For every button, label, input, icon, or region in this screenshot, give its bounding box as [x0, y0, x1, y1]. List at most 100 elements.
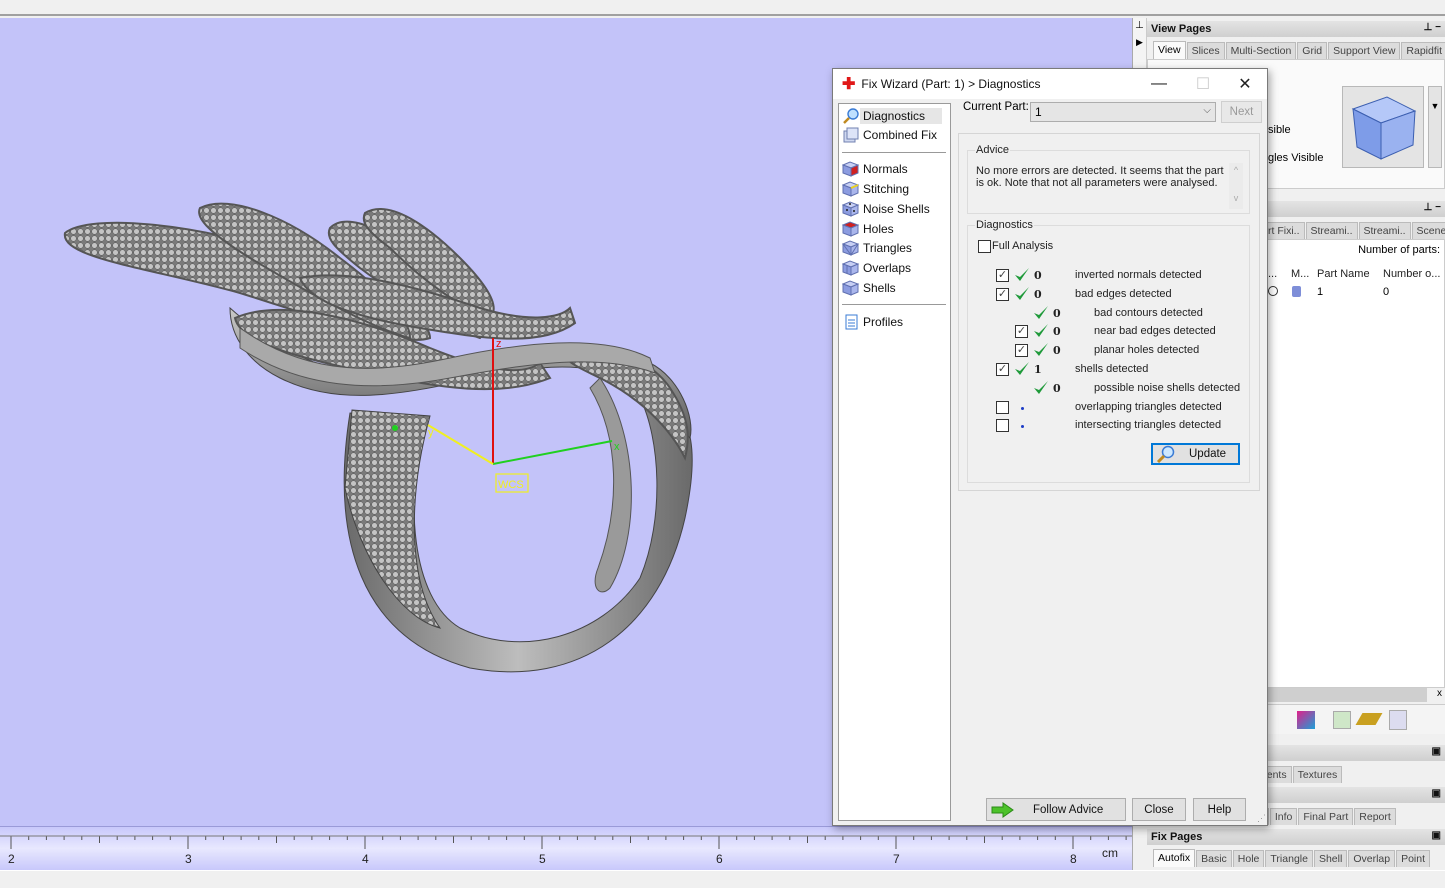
- restore-icon[interactable]: ▣: [1432, 746, 1441, 757]
- add-part-icon[interactable]: [1333, 711, 1351, 729]
- ruler-label: 2: [8, 852, 15, 866]
- pin-minimize-icon[interactable]: ⊥ −: [1424, 202, 1441, 213]
- next-button[interactable]: Next: [1221, 101, 1262, 123]
- resize-grip[interactable]: ⋰: [1257, 813, 1266, 824]
- tab-report[interactable]: Report: [1354, 808, 1396, 825]
- radio-icon[interactable]: [1268, 286, 1278, 296]
- nav-item-profiles[interactable]: Profiles: [842, 312, 946, 331]
- restore-icon[interactable]: ▣: [1432, 788, 1441, 799]
- nav-item-label: Holes: [863, 221, 894, 236]
- diagnostic-label: planar holes detected: [1094, 344, 1200, 357]
- nav-separator: [842, 304, 946, 306]
- nav-item-overlaps[interactable]: Overlaps: [841, 259, 946, 278]
- tab-support-view[interactable]: Support View: [1328, 42, 1401, 59]
- tab-overlap[interactable]: Overlap: [1348, 850, 1396, 867]
- minimize-button[interactable]: —: [1137, 69, 1181, 99]
- nav-item-label: Stitching: [863, 181, 910, 196]
- close-icon[interactable]: x: [1437, 688, 1442, 699]
- nav-item-combined-fix[interactable]: Combined Fix: [842, 126, 946, 145]
- triangles-icon: [841, 240, 860, 257]
- diagnostic-label: intersecting triangles detected: [1075, 419, 1222, 432]
- diagnostic-checkbox[interactable]: ✓: [996, 287, 1009, 301]
- plane-icon[interactable]: [1355, 713, 1383, 725]
- tab-slices[interactable]: Slices: [1186, 42, 1225, 59]
- dialog-titlebar[interactable]: ✚ Fix Wizard (Part: 1) > Diagnostics — ☐…: [833, 69, 1267, 99]
- tab-rapidfit-view[interactable]: Rapidfit View: [1401, 42, 1445, 59]
- tab-autofix[interactable]: Autofix: [1153, 849, 1196, 867]
- diagnostic-row: ✓ 0 bad edges detected: [968, 286, 1248, 304]
- diagnostic-checkbox[interactable]: ✓: [996, 269, 1009, 282]
- column-header-m[interactable]: M...: [1291, 268, 1309, 280]
- tab-scene[interactable]: Scene: [1411, 222, 1445, 239]
- column-header[interactable]: ...: [1268, 268, 1277, 280]
- diagnostic-checkbox[interactable]: [996, 400, 1009, 414]
- diagnostic-row: ✓ 0 near bad edges detected: [968, 323, 1248, 341]
- tab-triangle[interactable]: Triangle: [1265, 850, 1313, 867]
- cube-icon: [1351, 96, 1417, 160]
- full-analysis-checkbox[interactable]: [978, 240, 991, 253]
- ruler-label: 5: [539, 852, 546, 866]
- tab-grid[interactable]: Grid: [1297, 42, 1328, 59]
- diagnostic-count: 0: [1034, 269, 1042, 282]
- tab-streami-[interactable]: Streami..: [1358, 222, 1411, 239]
- diagnostic-row: ✓ 1 shells detected: [968, 361, 1248, 379]
- tab-view[interactable]: View: [1153, 41, 1186, 59]
- restore-icon[interactable]: ▣: [1432, 830, 1441, 841]
- column-header-number[interactable]: Number o...: [1383, 268, 1440, 280]
- view-dropdown-arrow[interactable]: ▼: [1428, 86, 1442, 168]
- tab-basic[interactable]: Basic: [1196, 850, 1232, 867]
- close-button[interactable]: ✕: [1223, 69, 1267, 99]
- pin-minimize-icon[interactable]: ⊥ −: [1424, 22, 1441, 33]
- nav-item-diagnostics[interactable]: Diagnostics: [842, 106, 946, 125]
- diagnostic-checkbox[interactable]: [996, 419, 1009, 433]
- nav-item-triangles[interactable]: Triangles: [841, 239, 946, 258]
- export-part-icon[interactable]: [1389, 710, 1407, 730]
- expand-arrow-icon[interactable]: ▶: [1133, 37, 1146, 48]
- diagnostic-checkbox[interactable]: ✓: [1015, 325, 1028, 339]
- close-dialog-button[interactable]: Close: [1132, 798, 1186, 821]
- color-part-icon[interactable]: [1297, 711, 1315, 729]
- nav-item-holes[interactable]: Holes: [841, 219, 946, 238]
- view-cube-button[interactable]: [1342, 86, 1424, 168]
- follow-advice-button[interactable]: Follow Advice: [986, 798, 1126, 821]
- nav-separator: [842, 151, 946, 153]
- diagnostic-label: shells detected: [1075, 363, 1149, 375]
- x-axis-label: x: [614, 441, 620, 453]
- info-tabs: eInfoFinal PartReport: [1253, 807, 1396, 825]
- diagnostic-count: 0: [1053, 306, 1061, 320]
- tab-info[interactable]: Info: [1269, 808, 1298, 825]
- diagnostic-count: 0: [1034, 287, 1042, 301]
- tab-textures[interactable]: Textures: [1292, 766, 1343, 783]
- table-row[interactable]: 1 0: [1268, 286, 1445, 302]
- nav-item-label: Combined Fix: [863, 128, 938, 143]
- diagnostic-checkbox[interactable]: ✓: [1015, 344, 1028, 358]
- tab-shell[interactable]: Shell: [1313, 850, 1348, 867]
- green-check-icon: [1014, 286, 1030, 302]
- nav-item-noise-shells[interactable]: Noise Shells: [841, 199, 946, 218]
- tab-streami-[interactable]: Streami..: [1305, 222, 1358, 239]
- tab-hole[interactable]: Hole: [1232, 850, 1265, 867]
- diagnostics-label: Diagnostics: [975, 219, 1034, 231]
- nav-item-stitching[interactable]: Stitching: [841, 179, 946, 198]
- y-axis: [427, 424, 494, 465]
- current-part-select[interactable]: 1 ⌵: [1030, 102, 1216, 122]
- update-button[interactable]: Update: [1151, 443, 1240, 465]
- diagnostic-count: 0: [1053, 381, 1061, 395]
- green-check-icon: [1014, 267, 1030, 283]
- column-header-part-name[interactable]: Part Name: [1317, 268, 1370, 280]
- tab-final-part[interactable]: Final Part: [1298, 808, 1354, 825]
- tab-multi-section[interactable]: Multi-Section: [1225, 42, 1297, 59]
- advice-scrollbar[interactable]: ^ v: [1229, 163, 1243, 209]
- tab-point[interactable]: Point: [1396, 850, 1431, 867]
- full-analysis-label: Full Analysis: [992, 240, 1054, 252]
- diagnostic-checkbox[interactable]: ✓: [996, 363, 1009, 376]
- nav-item-shells[interactable]: Shells: [841, 278, 946, 297]
- pin-icon[interactable]: ⊥: [1133, 20, 1146, 31]
- view-pages-tabs: View Slices Multi-Section Grid Support View R…: [1153, 41, 1445, 59]
- maximize-button[interactable]: ☐: [1181, 69, 1225, 99]
- help-button[interactable]: Help: [1193, 798, 1246, 821]
- nav-item-label: Shells: [863, 280, 896, 295]
- nav-item-normals[interactable]: Normals: [841, 160, 946, 179]
- tab-rt-fixi-[interactable]: rt Fixi..: [1263, 222, 1305, 239]
- green-check-icon: [1033, 342, 1049, 358]
